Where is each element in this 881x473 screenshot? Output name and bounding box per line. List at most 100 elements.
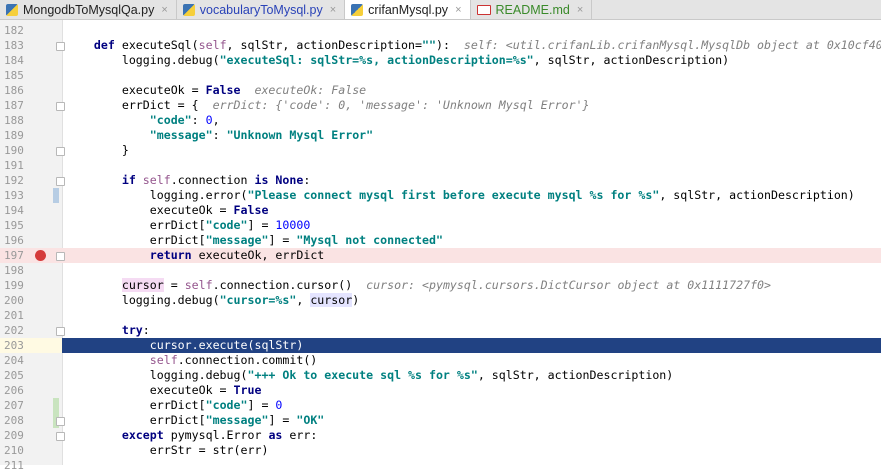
code-line[interactable]: 198: [0, 263, 881, 278]
code-token: , sqlStr, actionDescription): [478, 368, 673, 382]
code-token: 0: [206, 113, 213, 127]
close-icon[interactable]: ×: [330, 4, 336, 16]
tab-label: README.md: [496, 3, 570, 17]
code-line[interactable]: 208 errDict["message"] = "OK": [0, 413, 881, 428]
code-line[interactable]: 187 errDict = { errDict: {'code': 0, 'me…: [0, 98, 881, 113]
code-text[interactable]: errDict["message"] = "Mysql not connecte…: [66, 233, 443, 248]
code-line[interactable]: 182: [0, 23, 881, 38]
tab-crifanmysql-py[interactable]: crifanMysql.py×: [345, 0, 470, 19]
line-number: 211: [4, 458, 26, 473]
code-text[interactable]: errDict["code"] = 0: [66, 398, 282, 413]
fold-marker-icon[interactable]: [56, 327, 65, 336]
code-line[interactable]: 190 }: [0, 143, 881, 158]
code-text[interactable]: errDict["code"] = 10000: [66, 218, 310, 233]
tab-vocabularytomysql-py[interactable]: vocabularyToMysql.py×: [177, 0, 345, 19]
fold-marker-icon[interactable]: [56, 147, 65, 156]
code-text[interactable]: logging.debug("+++ Ok to execute sql %s …: [66, 368, 673, 383]
code-line[interactable]: 204 self.connection.commit(): [0, 353, 881, 368]
code-line[interactable]: 200 logging.debug("cursor=%s", cursor): [0, 293, 881, 308]
code-line[interactable]: 207 errDict["code"] = 0: [0, 398, 881, 413]
line-number: 209: [4, 428, 26, 443]
code-line[interactable]: 192 if self.connection is None:: [0, 173, 881, 188]
code-token: "message": [206, 413, 269, 427]
code-line[interactable]: 201: [0, 308, 881, 323]
fold-marker-icon[interactable]: [56, 42, 65, 51]
code-line[interactable]: 209 except pymysql.Error as err:: [0, 428, 881, 443]
code-line[interactable]: 194 executeOk = False: [0, 203, 881, 218]
code-line[interactable]: 185: [0, 68, 881, 83]
code-line[interactable]: 205 logging.debug("+++ Ok to execute sql…: [0, 368, 881, 383]
inline-debug-value: self: <util.crifanLib.crifanMysql.MysqlD…: [464, 38, 881, 52]
line-number: 202: [4, 323, 26, 338]
code-line[interactable]: 195 errDict["code"] = 10000: [0, 218, 881, 233]
tab-mongodbtomysqlqa-py[interactable]: MongodbToMysqlQa.py×: [0, 0, 177, 19]
fold-marker-icon[interactable]: [56, 177, 65, 186]
code-text[interactable]: executeOk = False executeOk: False: [66, 83, 366, 98]
code-line[interactable]: 202 try:: [0, 323, 881, 338]
change-marker[interactable]: [53, 188, 59, 203]
code-text[interactable]: except pymysql.Error as err:: [66, 428, 317, 443]
code-text[interactable]: executeOk = True: [66, 383, 261, 398]
code-text[interactable]: errDict["message"] = "OK": [66, 413, 324, 428]
tab-readme-md[interactable]: README.md ×: [471, 0, 593, 19]
code-text[interactable]: logging.error("Please connect mysql firs…: [66, 188, 855, 203]
code-line[interactable]: 188 "code": 0,: [0, 113, 881, 128]
line-number: 183: [4, 38, 26, 53]
code-line[interactable]: 197 return executeOk, errDict: [0, 248, 881, 263]
code-line[interactable]: 191: [0, 158, 881, 173]
code-text[interactable]: return executeOk, errDict: [66, 248, 324, 263]
line-number: 188: [4, 113, 26, 128]
code-text[interactable]: cursor.execute(sqlStr): [66, 338, 303, 353]
code-text[interactable]: try:: [66, 323, 150, 338]
code-line[interactable]: 196 errDict["message"] = "Mysql not conn…: [0, 233, 881, 248]
fold-marker-icon[interactable]: [56, 432, 65, 441]
code-line[interactable]: 186 executeOk = False executeOk: False: [0, 83, 881, 98]
breakpoint-icon[interactable]: [35, 250, 46, 261]
line-number: 205: [4, 368, 26, 383]
code-token: errDict[: [66, 233, 206, 247]
code-token: is None: [254, 173, 303, 187]
code-line[interactable]: 211: [0, 458, 881, 473]
code-text[interactable]: errDict = { errDict: {'code': 0, 'messag…: [66, 98, 590, 113]
code-text[interactable]: errStr = str(err): [66, 443, 268, 458]
code-line[interactable]: 199 cursor = self.connection.cursor() cu…: [0, 278, 881, 293]
code-line[interactable]: 189 "message": "Unknown Mysql Error": [0, 128, 881, 143]
code-token: errStr = str(err): [66, 443, 268, 457]
close-icon[interactable]: ×: [161, 4, 167, 16]
code-text[interactable]: self.connection.commit(): [66, 353, 317, 368]
fold-marker-icon[interactable]: [56, 102, 65, 111]
code-token: logging.error(: [66, 188, 247, 202]
code-token: =: [164, 278, 185, 292]
code-editor[interactable]: 182183 def executeSql(self, sqlStr, acti…: [0, 20, 881, 465]
code-token: "": [422, 38, 436, 52]
code-token: "message": [150, 128, 213, 142]
close-icon[interactable]: ×: [455, 4, 461, 16]
code-token: self: [150, 353, 178, 367]
code-line[interactable]: 184 logging.debug("executeSql: sqlStr=%s…: [0, 53, 881, 68]
code-token: "code": [150, 113, 192, 127]
code-token: [66, 173, 122, 187]
code-text[interactable]: "message": "Unknown Mysql Error": [66, 128, 373, 143]
code-line[interactable]: 183 def executeSql(self, sqlStr, actionD…: [0, 38, 881, 53]
code-token: errDict = {: [66, 98, 213, 112]
code-line[interactable]: 210 errStr = str(err): [0, 443, 881, 458]
code-text[interactable]: logging.debug("cursor=%s", cursor): [66, 293, 359, 308]
code-token: cursor: [122, 278, 164, 292]
code-text[interactable]: cursor = self.connection.cursor() cursor…: [66, 278, 771, 293]
fold-marker-icon[interactable]: [56, 252, 65, 261]
close-icon[interactable]: ×: [577, 4, 583, 16]
fold-marker-icon[interactable]: [56, 417, 65, 426]
code-text[interactable]: "code": 0,: [66, 113, 220, 128]
code-text[interactable]: executeOk = False: [66, 203, 268, 218]
code-token: [66, 428, 122, 442]
code-text[interactable]: def executeSql(self, sqlStr, actionDescr…: [66, 38, 881, 53]
code-token: ] =: [248, 218, 276, 232]
code-text[interactable]: if self.connection is None:: [66, 173, 310, 188]
line-number: 196: [4, 233, 26, 248]
code-line[interactable]: 193 logging.error("Please connect mysql …: [0, 188, 881, 203]
code-line[interactable]: 206 executeOk = True: [0, 383, 881, 398]
code-line[interactable]: 203 cursor.execute(sqlStr): [0, 338, 881, 353]
change-marker[interactable]: [53, 398, 59, 413]
code-text[interactable]: }: [66, 143, 129, 158]
code-text[interactable]: logging.debug("executeSql: sqlStr=%s, ac…: [66, 53, 729, 68]
